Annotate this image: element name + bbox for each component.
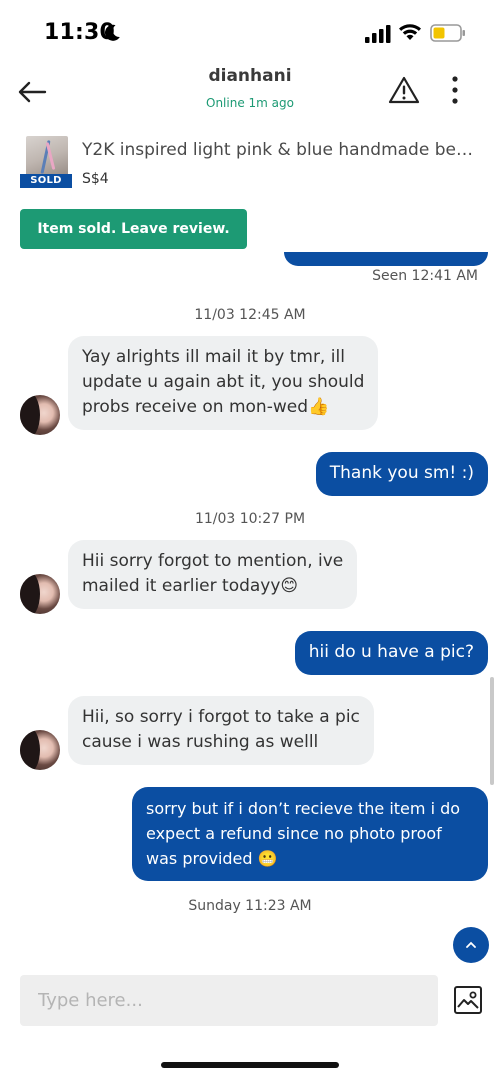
incoming-message: Yay alrights ill mail it by tmr, ill upd… — [68, 336, 379, 430]
message-input[interactable] — [20, 975, 438, 1026]
battery-icon — [430, 24, 465, 42]
seen-receipt: Seen 12:41 AM — [372, 268, 478, 284]
chevron-up-icon — [466, 941, 476, 948]
timestamp: 11/03 10:27 PM — [194, 511, 306, 527]
message-composer — [20, 975, 438, 1026]
status-bar: 11:30 — [0, 0, 500, 66]
message-line: Yay alrights ill mail it by tmr, ill — [82, 347, 345, 367]
online-status: Online 1m ago — [206, 96, 294, 110]
message-line: Hii sorry forgot to mention, ive — [82, 551, 344, 571]
message-line: Hii, so sorry i forgot to take a pic — [82, 707, 360, 727]
signal-icon — [365, 25, 391, 43]
avatar[interactable] — [20, 395, 60, 435]
previous-outgoing-bubble — [284, 252, 488, 266]
message-line: probs receive on mon-wed👍 — [82, 397, 330, 417]
report-button[interactable] — [386, 72, 422, 108]
message-line: mailed it earlier todayy😊 — [82, 576, 299, 596]
outgoing-message: sorry but if i don’t recieve the item i … — [132, 787, 488, 881]
home-indicator — [161, 1062, 339, 1068]
message-line: was provided 😬 — [146, 849, 278, 868]
incoming-message: Hii, so sorry i forgot to take a pic cau… — [68, 696, 374, 765]
sold-badge: SOLD — [20, 174, 72, 188]
back-arrow-icon — [18, 81, 47, 103]
message-line: update u again abt it, you should — [82, 372, 365, 392]
outgoing-message: hii do u have a pic? — [294, 631, 488, 675]
leave-review-button[interactable]: Item sold. Leave review. — [20, 209, 247, 249]
avatar[interactable] — [20, 730, 60, 770]
message-line: expect a refund since no photo proof — [146, 824, 442, 843]
message-line: sorry but if i don’t recieve the item i … — [146, 799, 461, 818]
incoming-message: Hii sorry forgot to mention, ive mailed … — [68, 540, 358, 609]
attach-image-button[interactable] — [452, 984, 484, 1016]
back-button[interactable] — [14, 74, 50, 110]
more-options-button[interactable] — [440, 72, 470, 108]
chat-username[interactable]: dianhani — [150, 66, 350, 86]
warning-icon — [388, 76, 420, 104]
image-icon — [454, 986, 482, 1014]
listing-price: S$4 — [82, 171, 109, 187]
timestamp: 11/03 12:45 AM — [194, 307, 306, 323]
avatar[interactable] — [20, 574, 60, 614]
timestamp: Sunday 11:23 AM — [188, 898, 312, 914]
message-line: cause i was rushing as welll — [82, 732, 319, 752]
moon-icon — [104, 24, 120, 41]
outgoing-message: Thank you sm! :) — [315, 452, 488, 496]
listing-summary[interactable]: SOLD Y2K inspired light pink & blue hand… — [20, 136, 490, 190]
scroll-to-top-button[interactable] — [453, 927, 489, 963]
chat-thread[interactable]: Seen 12:41 AM 11/03 12:45 AM Yay alright… — [0, 252, 500, 970]
wifi-icon — [399, 24, 421, 40]
message-line: Thank you sm! :) — [329, 463, 474, 483]
chat-header: dianhani Online 1m ago — [0, 66, 500, 124]
message-line: hii do u have a pic? — [308, 642, 474, 662]
more-vertical-icon — [452, 76, 458, 104]
scrollbar[interactable] — [490, 677, 494, 785]
listing-title: Y2K inspired light pink & blue handmade … — [82, 140, 473, 160]
